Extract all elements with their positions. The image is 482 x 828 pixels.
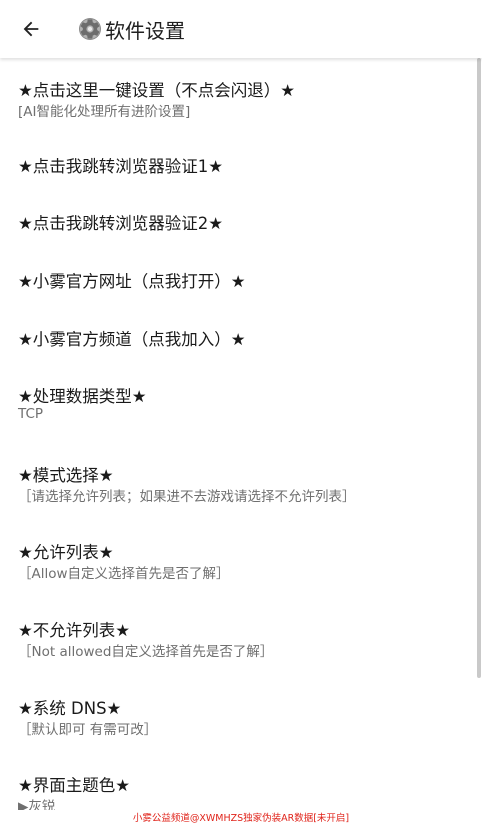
list-item-browser-verify-2[interactable]: ★点击我跳转浏览器验证2★ — [0, 184, 476, 241]
item-title: ★点击我跳转浏览器验证1★ — [18, 157, 224, 176]
item-title: ★界面主题色★ — [18, 776, 131, 795]
list-item-data-type[interactable]: ★处理数据类型★ TCP — [0, 356, 476, 434]
item-title: ★模式选择★ — [18, 466, 114, 485]
list-item-disallow-list[interactable]: ★不允许列表★ ［Not allowed自定义选择首先是否了解］ — [0, 590, 476, 668]
item-summary: ▶灰锐 — [18, 799, 56, 810]
item-title: ★系统 DNS★ — [18, 699, 122, 718]
item-summary: ［请选择允许列表；如果进不去游戏请选择不允许列表］ — [18, 489, 356, 505]
gear-icon — [78, 17, 102, 41]
list-item-theme-color[interactable]: ★界面主题色★ ▶灰锐 — [0, 746, 476, 810]
settings-list[interactable]: ★点击这里一键设置（不点会闪退）★ [AI智能化处理所有进阶设置] ★点击我跳转… — [0, 58, 476, 810]
list-item-system-dns[interactable]: ★系统 DNS★ ［默认即可 有需可改］ — [0, 668, 476, 746]
list-item-one-click-setup[interactable]: ★点击这里一键设置（不点会闪退）★ [AI智能化处理所有进阶设置] — [0, 58, 476, 126]
list-item-allow-list[interactable]: ★允许列表★ ［Allow自定义选择首先是否了解］ — [0, 512, 476, 590]
list-item-official-website[interactable]: ★小雾官方网址（点我打开）★ — [0, 241, 476, 299]
item-title: ★小雾官方网址（点我打开）★ — [18, 272, 246, 291]
title-container: 软件设置 — [78, 12, 185, 46]
item-title: ★点击这里一键设置（不点会闪退）★ — [18, 81, 296, 100]
top-app-bar: 软件设置 — [0, 0, 482, 58]
back-button[interactable] — [14, 12, 48, 46]
item-title: ★允许列表★ — [18, 543, 114, 562]
scrollbar[interactable] — [477, 58, 481, 678]
item-summary: ［Not allowed自定义选择首先是否了解］ — [18, 644, 274, 660]
list-item-official-channel[interactable]: ★小雾官方频道（点我加入）★ — [0, 299, 476, 356]
item-title: ★处理数据类型★ — [18, 387, 147, 406]
item-summary: [AI智能化处理所有进阶设置] — [18, 104, 191, 120]
item-title: ★小雾官方频道（点我加入）★ — [18, 330, 246, 349]
list-item-browser-verify-1[interactable]: ★点击我跳转浏览器验证1★ — [0, 126, 476, 184]
item-title: ★点击我跳转浏览器验证2★ — [18, 214, 224, 233]
item-summary: ［默认即可 有需可改］ — [18, 722, 158, 738]
list-item-mode-select[interactable]: ★模式选择★ ［请选择允许列表；如果进不去游戏请选择不允许列表］ — [0, 434, 476, 512]
item-title: ★不允许列表★ — [18, 621, 131, 640]
item-summary: TCP — [18, 406, 44, 422]
footer-status-text: 小雾公益频道@XWMHZS独家伪装AR数据[未开启] — [0, 810, 482, 828]
arrow-left-icon — [23, 21, 39, 37]
item-summary: ［Allow自定义选择首先是否了解］ — [18, 566, 230, 582]
page-title: 软件设置 — [105, 18, 185, 43]
settings-screen: 软件设置 ★点击这里一键设置（不点会闪退）★ [AI智能化处理所有进阶设置] ★… — [0, 0, 482, 828]
